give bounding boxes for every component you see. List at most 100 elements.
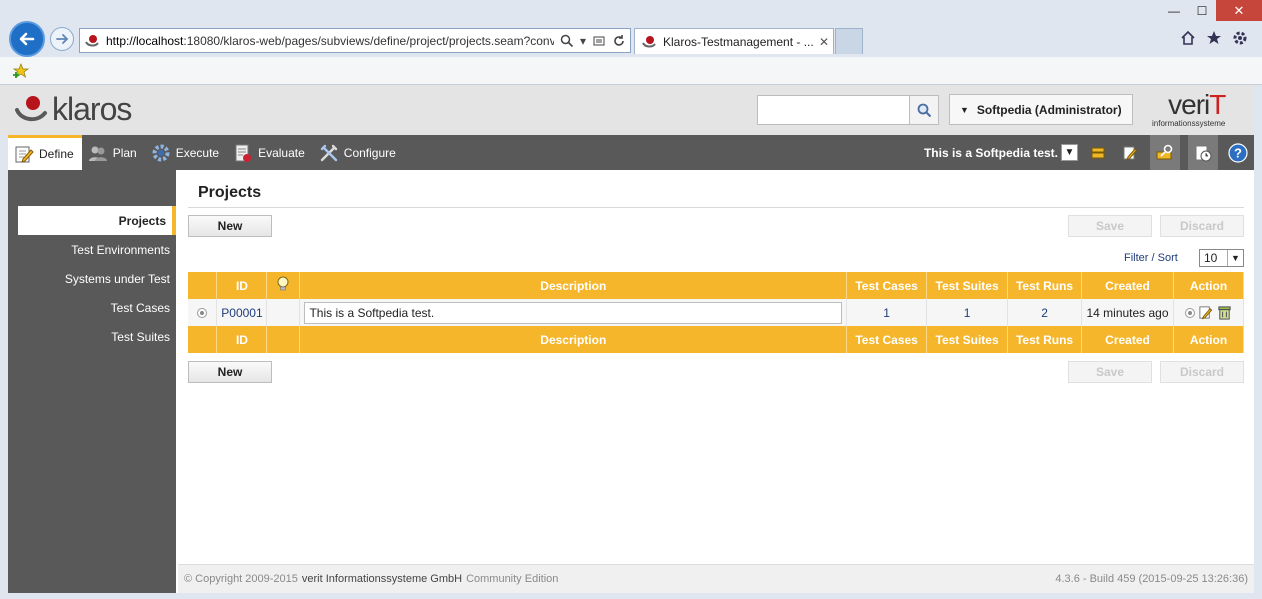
sidebar-item-test-suites[interactable]: Test Suites	[8, 322, 176, 351]
minimize-button[interactable]: —	[1160, 0, 1188, 21]
edit-icon[interactable]	[1198, 305, 1213, 320]
footer-org: verit Informationssysteme GmbH	[301, 573, 463, 585]
tab-title: Klaros-Testmanagement - ...	[663, 34, 813, 49]
window-frame-bottom	[0, 593, 1262, 599]
dropdown-arrow-icon[interactable]: ▾	[580, 34, 586, 48]
close-window-button[interactable]: ✕	[1216, 0, 1262, 21]
select-column-footer	[188, 326, 218, 353]
klaros-logo[interactable]: klaros	[14, 91, 132, 128]
column-footer-test-suites: Test Suites	[926, 326, 1009, 353]
row-radio[interactable]	[197, 308, 208, 319]
gear-icon	[152, 144, 170, 161]
table-footer-row: ID Description Test Cases Test Suites Te…	[188, 326, 1245, 353]
search-icon[interactable]	[560, 34, 574, 48]
window-controls: — ☐ ✕	[1160, 0, 1262, 21]
filter-sort-link[interactable]: Filter / Sort	[1124, 252, 1178, 264]
caret-down-icon: ▼	[960, 104, 969, 115]
column-header-test-suites[interactable]: Test Suites	[926, 272, 1009, 299]
maximize-button[interactable]: ☐	[1188, 0, 1216, 21]
chevron-down-icon: ▼	[1227, 250, 1243, 266]
save-button-top[interactable]: Save	[1068, 215, 1152, 237]
nav-plan[interactable]: Plan	[82, 135, 145, 170]
vendor-subtitle: informationssysteme	[1152, 119, 1226, 128]
address-bar[interactable]: http://localhost:18080/klaros-web/pages/…	[79, 28, 631, 53]
nav-define-label: Define	[39, 147, 74, 161]
nav-execute[interactable]: Execute	[145, 135, 227, 170]
archive-icon[interactable]	[1086, 141, 1110, 165]
klaros-favicon-icon	[85, 34, 99, 46]
compat-view-icon[interactable]	[592, 34, 606, 48]
search-input[interactable]	[757, 95, 910, 125]
vendor-word: veri	[1168, 89, 1210, 120]
timer-icon[interactable]	[1188, 135, 1218, 170]
page-size-value: 10	[1204, 251, 1218, 265]
browser-chrome: — ☐ ✕ http://localhost:18080/klaros-web/…	[0, 0, 1262, 57]
address-url[interactable]: http://localhost:18080/klaros-web/pages/…	[106, 34, 554, 48]
url-path: :18080/klaros-web/pages/subviews/define/…	[183, 33, 554, 48]
add-favorites-icon[interactable]	[12, 63, 30, 79]
footer-edition: Community Edition	[466, 573, 559, 585]
column-header-test-runs[interactable]: Test Runs	[1007, 272, 1083, 299]
column-header-id[interactable]: ID	[216, 272, 268, 299]
new-tab-button[interactable]	[835, 28, 863, 54]
active-project-label: This is a Softpedia test.	[923, 145, 1058, 160]
back-button[interactable]	[9, 21, 45, 57]
tools-icon	[320, 144, 337, 161]
project-id-link[interactable]: P00001	[216, 299, 268, 326]
column-header-test-cases[interactable]: Test Cases	[846, 272, 928, 299]
row-select-cell[interactable]	[188, 299, 218, 326]
save-button-bottom[interactable]: Save	[1068, 361, 1152, 383]
gear-icon[interactable]	[1232, 30, 1248, 46]
home-icon[interactable]	[1180, 30, 1196, 46]
report-icon	[235, 144, 252, 162]
description-cell: This is a Softpedia test.	[299, 299, 848, 326]
nav-configure[interactable]: Configure	[313, 135, 404, 170]
active-project-select[interactable]: This is a Softpedia test. ▼	[924, 144, 1078, 161]
refresh-icon[interactable]	[612, 34, 626, 48]
search-button[interactable]	[909, 95, 939, 125]
user-menu-button[interactable]: ▼ Softpedia (Administrator)	[949, 94, 1133, 125]
discard-button-top[interactable]: Discard	[1160, 215, 1244, 237]
help-search-icon[interactable]	[1150, 135, 1180, 170]
vendor-logo: veriT informationssysteme	[1152, 89, 1226, 129]
page-size-select[interactable]: 10 ▼	[1199, 249, 1244, 267]
tab-close-icon[interactable]: ✕	[819, 35, 829, 49]
sidebar-item-test-cases[interactable]: Test Cases	[8, 293, 176, 322]
action-radio[interactable]	[1185, 307, 1196, 318]
sidebar-item-systems-under-test[interactable]: Systems under Test	[8, 264, 176, 293]
logo-text: klaros	[52, 91, 132, 127]
column-footer-description: Description	[299, 326, 848, 353]
sidebar: Projects Test Environments Systems under…	[8, 170, 176, 593]
select-column-header	[188, 272, 218, 299]
nav-evaluate[interactable]: Evaluate	[227, 135, 313, 170]
table-row: P00001 This is a Softpedia test. 1 1 2 1…	[188, 299, 1245, 326]
table-header-row: ID Description Test Cases Test Suites Te…	[188, 272, 1245, 299]
sidebar-item-projects[interactable]: Projects	[18, 206, 176, 235]
column-footer-created: Created	[1081, 326, 1174, 353]
klaros-favicon-icon	[642, 35, 656, 47]
column-header-description[interactable]: Description	[299, 272, 848, 299]
delete-bin-icon[interactable]	[1217, 305, 1232, 320]
nav-define[interactable]: Define	[8, 135, 82, 170]
projects-table: ID Description Test Cases Test Suites Te…	[188, 272, 1245, 353]
test-suites-count[interactable]: 1	[926, 299, 1009, 326]
new-button-top[interactable]: New	[188, 215, 272, 237]
description-field[interactable]: This is a Softpedia test.	[304, 301, 843, 324]
sidebar-item-test-environments[interactable]: Test Environments	[8, 235, 176, 264]
nav-evaluate-label: Evaluate	[258, 145, 305, 160]
new-button-bottom[interactable]: New	[188, 361, 272, 383]
test-cases-count[interactable]: 1	[846, 299, 928, 326]
discard-button-bottom[interactable]: Discard	[1160, 361, 1244, 383]
app-header: klaros ▼ Softpedia (Administrator) veriT…	[0, 85, 1254, 135]
notes-icon[interactable]	[1118, 141, 1142, 165]
browser-tab[interactable]: Klaros-Testmanagement - ... ✕	[634, 28, 834, 54]
column-header-created[interactable]: Created	[1081, 272, 1174, 299]
nav-execute-label: Execute	[175, 145, 220, 160]
favorites-star-icon[interactable]	[1206, 30, 1222, 46]
test-runs-count[interactable]: 2	[1007, 299, 1083, 326]
footer-build: 4.3.6 - Build 459 (2015-09-25 13:26:36)	[1055, 573, 1248, 585]
column-footer-test-runs: Test Runs	[1007, 326, 1083, 353]
favorites-bar	[0, 57, 1262, 85]
help-icon[interactable]: ?	[1226, 141, 1250, 165]
forward-button[interactable]	[50, 27, 74, 51]
